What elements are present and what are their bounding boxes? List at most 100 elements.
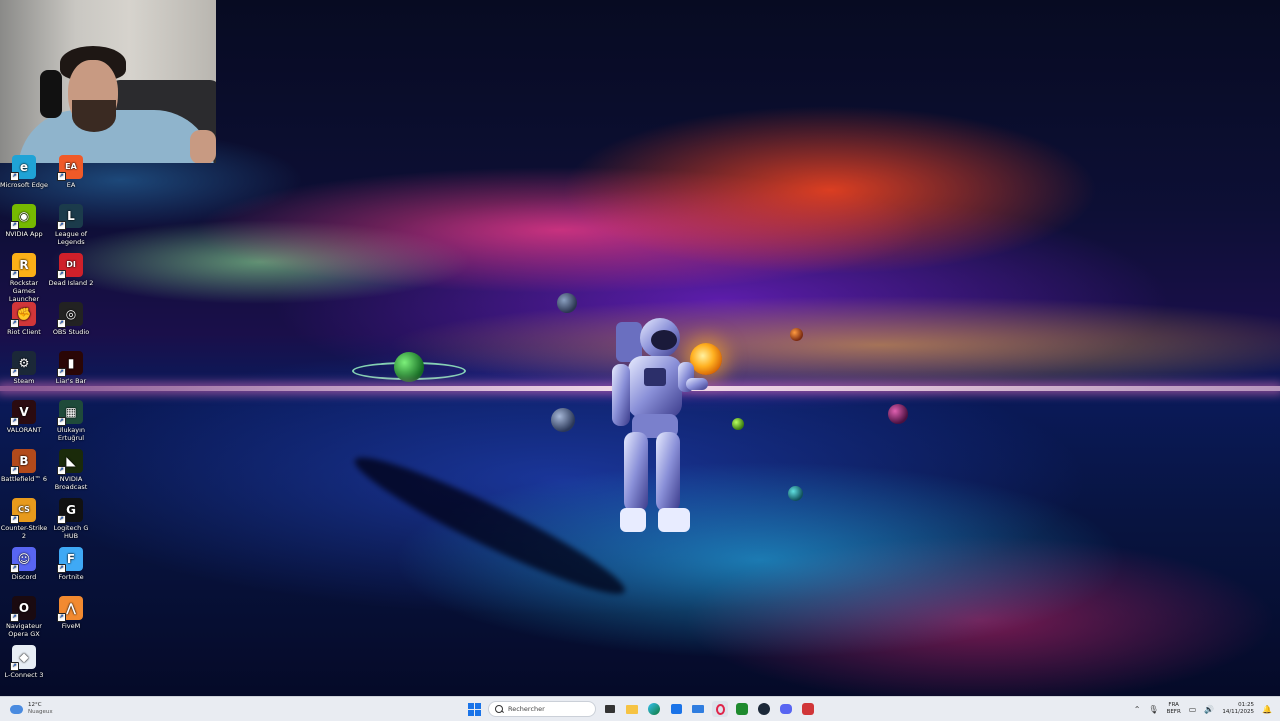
shortcut-arrow-icon: ↗ xyxy=(57,466,66,475)
task-view-icon xyxy=(605,705,615,713)
desktop-shortcut-label: Logitech G HUB xyxy=(53,524,89,540)
discord-taskbar-button[interactable] xyxy=(778,701,794,717)
desktop-shortcut-label: Liar's Bar xyxy=(55,377,87,385)
ulukayin-icon: ▦ ↗ xyxy=(57,400,83,426)
system-tray: ⌃ 🎙 FRA BEFR ▭ 🔊 01:25 14/11/2025 🔔 xyxy=(1134,699,1272,719)
desktop-shortcut[interactable]: ◉ ↗ NVIDIA App xyxy=(0,204,48,238)
xbox-icon xyxy=(736,703,748,715)
xbox-taskbar-button[interactable] xyxy=(734,701,750,717)
desktop-shortcut-label: Rockstar Games Launcher xyxy=(8,279,40,303)
shortcut-arrow-icon: ↗ xyxy=(10,368,19,377)
weather-widget[interactable]: 12°C Nuageux xyxy=(10,700,53,718)
desktop-shortcut[interactable]: R ↗ Rockstar Games Launcher xyxy=(0,253,48,303)
steam-taskbar-button[interactable] xyxy=(756,701,772,717)
folder-icon xyxy=(626,704,638,714)
desktop-shortcut-label: Steam xyxy=(13,377,35,385)
shortcut-arrow-icon: ↗ xyxy=(57,417,66,426)
language-indicator[interactable]: FRA BEFR xyxy=(1167,702,1181,716)
shortcut-arrow-icon: ↗ xyxy=(10,466,19,475)
taskbar-search-box[interactable]: Rechercher xyxy=(488,701,596,717)
desktop-shortcut[interactable]: ▮ ↗ Liar's Bar xyxy=(47,351,95,385)
discord-icon: ☺ ↗ xyxy=(10,547,36,573)
desktop-shortcut[interactable]: ⋀ ↗ FiveM xyxy=(47,596,95,630)
planet-decoration xyxy=(394,352,424,382)
shortcut-arrow-icon: ↗ xyxy=(10,221,19,230)
taskbar: 12°C Nuageux Rechercher ⌃ 🎙 FRA BEFR ▭ 🔊 xyxy=(0,696,1280,721)
steam-icon: ⚙ ↗ xyxy=(10,351,36,377)
riot-taskbar-button[interactable] xyxy=(800,701,816,717)
astronaut-figure xyxy=(612,318,708,532)
webcam-person-hand xyxy=(190,130,216,163)
desktop-shortcut-label: League of Legends xyxy=(54,230,88,246)
desktop-shortcut-label: NVIDIA App xyxy=(5,230,43,238)
opera-gx-taskbar-button[interactable] xyxy=(712,701,728,717)
desktop-shortcut[interactable]: ✊ ↗ Riot Client xyxy=(0,302,48,336)
desktop-shortcut[interactable]: e ↗ Microsoft Edge xyxy=(0,155,48,189)
desktop-shortcut[interactable]: ◎ ↗ OBS Studio xyxy=(47,302,95,336)
windows-logo-icon xyxy=(467,702,481,716)
volume-icon[interactable]: 🔊 xyxy=(1204,705,1214,714)
shortcut-arrow-icon: ↗ xyxy=(10,270,19,279)
desktop-shortcut[interactable]: ⚙ ↗ Steam xyxy=(0,351,48,385)
desktop-shortcut[interactable]: DI ↗ Dead Island 2 xyxy=(47,253,95,287)
planet-decoration xyxy=(788,486,803,501)
desktop-shortcut[interactable]: L ↗ League of Legends xyxy=(47,204,95,246)
task-view-button[interactable] xyxy=(602,701,618,717)
astronaut-shadow xyxy=(346,442,634,610)
file-explorer-button[interactable] xyxy=(624,701,640,717)
store-icon xyxy=(670,704,682,714)
desktop-shortcut[interactable]: F ↗ Fortnite xyxy=(47,547,95,581)
weather-condition: Nuageux xyxy=(28,709,53,715)
desktop-shortcut[interactable]: O ↗ Navigateur Opera GX xyxy=(0,596,48,638)
edge-icon xyxy=(648,703,660,715)
shortcut-arrow-icon: ↗ xyxy=(57,515,66,524)
desktop-shortcut-label: Dead Island 2 xyxy=(48,279,94,287)
chevron-up-icon[interactable]: ⌃ xyxy=(1134,705,1141,714)
discord-icon xyxy=(780,704,792,714)
desktop-shortcut[interactable]: ☺ ↗ Discord xyxy=(0,547,48,581)
microphone-icon[interactable]: 🎙 xyxy=(1148,705,1158,714)
start-button[interactable] xyxy=(466,701,482,717)
shortcut-arrow-icon: ↗ xyxy=(57,368,66,377)
shortcut-arrow-icon: ↗ xyxy=(57,270,66,279)
edge-icon: e ↗ xyxy=(10,155,36,181)
desktop-shortcut[interactable]: ▦ ↗ Ulukayın Ertuğrul xyxy=(47,400,95,442)
desktop-shortcut-label: Counter-Strike 2 xyxy=(0,524,48,540)
shortcut-arrow-icon: ↗ xyxy=(57,564,66,573)
fivem-icon: ⋀ ↗ xyxy=(57,596,83,622)
desktop-shortcut-label: L-Connect 3 xyxy=(4,671,44,679)
nvidia-broadcast-icon: ◣ ↗ xyxy=(57,449,83,475)
weather-temperature: 12°C xyxy=(28,702,42,708)
taskbar-apps: Rechercher xyxy=(466,699,816,719)
webcam-person-beard xyxy=(72,100,116,132)
clock-time: 01:25 xyxy=(1238,702,1255,708)
desktop-shortcut[interactable]: B ↗ Battlefield™ 6 xyxy=(0,449,48,483)
desktop-shortcut-label: Ulukayın Ertuğrul xyxy=(56,426,86,442)
liars-bar-icon: ▮ ↗ xyxy=(57,351,83,377)
desktop-shortcut-label: VALORANT xyxy=(6,426,42,434)
planet-decoration xyxy=(551,408,575,432)
desktop-shortcut[interactable]: G ↗ Logitech G HUB xyxy=(47,498,95,540)
desktop-shortcut[interactable]: V ↗ VALORANT xyxy=(0,400,48,434)
opera-gx-icon: O ↗ xyxy=(10,596,36,622)
network-icon[interactable]: ▭ xyxy=(1189,705,1197,714)
riot-client-icon: ✊ ↗ xyxy=(10,302,36,328)
opera-gx-icon xyxy=(715,703,725,715)
shortcut-arrow-icon: ↗ xyxy=(57,613,66,622)
notification-bell-icon[interactable]: 🔔 xyxy=(1262,705,1272,714)
mail-taskbar-button[interactable] xyxy=(690,701,706,717)
store-taskbar-button[interactable] xyxy=(668,701,684,717)
shortcut-arrow-icon: ↗ xyxy=(10,172,19,181)
clock[interactable]: 01:25 14/11/2025 xyxy=(1222,702,1254,716)
keyboard-layout: BEFR xyxy=(1166,709,1181,715)
counter-strike-icon: CS ↗ xyxy=(10,498,36,524)
planet-decoration xyxy=(888,404,908,424)
mail-icon xyxy=(692,705,704,713)
edge-taskbar-button[interactable] xyxy=(646,701,662,717)
desktop-shortcut[interactable]: CS ↗ Counter-Strike 2 xyxy=(0,498,48,540)
desktop-shortcut-label: EA xyxy=(66,181,76,189)
desktop-shortcut[interactable]: ◣ ↗ NVIDIA Broadcast xyxy=(47,449,95,491)
desktop-shortcut[interactable]: EA ↗ EA xyxy=(47,155,95,189)
steam-icon xyxy=(758,703,770,715)
desktop-shortcut[interactable]: ◆ ↗ L-Connect 3 xyxy=(0,645,48,679)
